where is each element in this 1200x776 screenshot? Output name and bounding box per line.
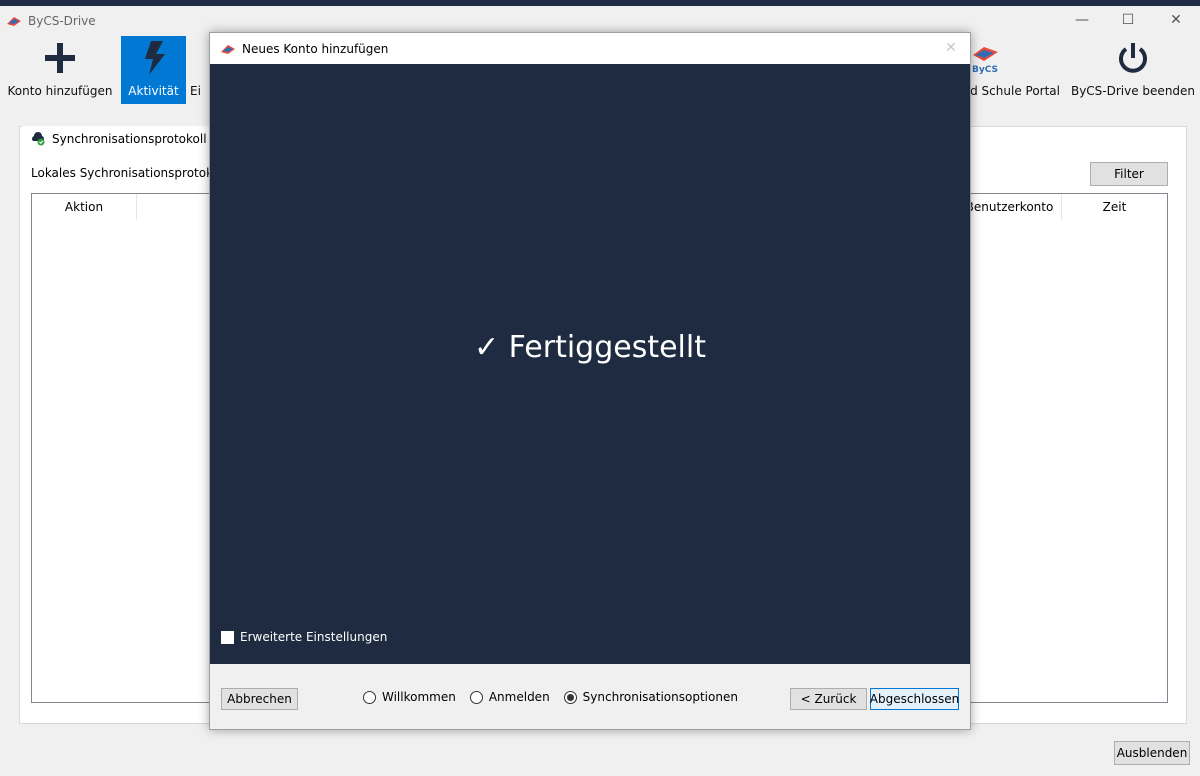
window-top-border (0, 0, 1200, 6)
radio-sync-options[interactable] (563, 690, 577, 704)
column-header-user-account[interactable]: Benutzerkonto (957, 194, 1062, 220)
portal-button[interactable]: ByCS d Schule Portal (958, 36, 1060, 104)
activity-label: Aktivität (128, 84, 179, 98)
add-account-dialog: Neues Konto hinzufügen ✕ ✓ Fertiggestell… (209, 32, 971, 730)
portal-label: d Schule Portal (970, 84, 1060, 98)
column-header-time[interactable]: Zeit (1062, 194, 1167, 220)
cancel-button[interactable]: Abbrechen (221, 688, 298, 710)
maximize-button[interactable]: ☐ (1108, 8, 1148, 32)
quit-label: ByCS-Drive beenden (1070, 84, 1196, 98)
checkbox-box[interactable] (221, 630, 234, 644)
plus-icon (43, 40, 77, 76)
finish-button[interactable]: Abgeschlossen (870, 688, 959, 710)
bycs-logo-text: ByCS (972, 65, 998, 75)
app-titlebar: ByCS-Drive (6, 10, 96, 32)
step-sync-options[interactable]: Synchronisationsoptionen (563, 690, 738, 704)
wizard-steps: Willkommen Anmelden Synchronisationsopti… (363, 690, 738, 704)
step-login-label: Anmelden (488, 690, 550, 704)
tab-sync-log[interactable]: Synchronisationsprotokoll (22, 126, 215, 152)
filter-button[interactable]: Filter (1090, 162, 1168, 186)
tab-sync-log-label: Synchronisationsprotokoll (52, 132, 207, 146)
advanced-settings-label: Erweiterte Einstellungen (240, 630, 388, 644)
radio-login[interactable] (469, 690, 483, 704)
step-welcome-label: Willkommen (382, 690, 456, 704)
lightning-icon (141, 40, 167, 76)
bycs-logo-icon (221, 44, 235, 54)
dialog-close-button[interactable]: ✕ (940, 37, 962, 59)
local-sync-log-label: Lokales Sychronisationsprotokol (31, 166, 224, 180)
advanced-settings-checkbox[interactable]: Erweiterte Einstellungen (221, 630, 387, 644)
activity-button[interactable]: Aktivität (121, 36, 186, 104)
quit-button[interactable]: ByCS-Drive beenden (1070, 36, 1196, 104)
completed-status: ✓ Fertiggestellt (473, 330, 706, 365)
cloud-sync-icon (32, 132, 45, 146)
app-title: ByCS-Drive (28, 14, 96, 28)
settings-label: Ei (190, 84, 201, 98)
dialog-content: ✓ Fertiggestellt Erweiterte Einstellunge… (210, 64, 970, 664)
step-welcome[interactable]: Willkommen (363, 690, 456, 704)
add-account-button[interactable]: Konto hinzufügen (4, 36, 116, 104)
add-account-label: Konto hinzufügen (7, 84, 113, 98)
bycs-logo-icon (7, 17, 21, 26)
minimize-button[interactable]: — (1062, 8, 1102, 32)
step-sync-options-label: Synchronisationsoptionen (582, 690, 738, 704)
dialog-title: Neues Konto hinzufügen (242, 41, 389, 56)
power-icon (1116, 40, 1150, 76)
hide-button[interactable]: Ausblenden (1114, 741, 1190, 765)
settings-button[interactable]: Ei (190, 36, 208, 104)
step-login[interactable]: Anmelden (469, 690, 550, 704)
dialog-titlebar: Neues Konto hinzufügen ✕ (210, 33, 970, 64)
bycs-portal-icon: ByCS (970, 40, 1000, 76)
back-button[interactable]: < Zurück (790, 688, 867, 710)
close-button[interactable]: ✕ (1156, 8, 1196, 32)
radio-welcome[interactable] (363, 690, 376, 704)
column-header-action[interactable]: Aktion (32, 194, 137, 220)
